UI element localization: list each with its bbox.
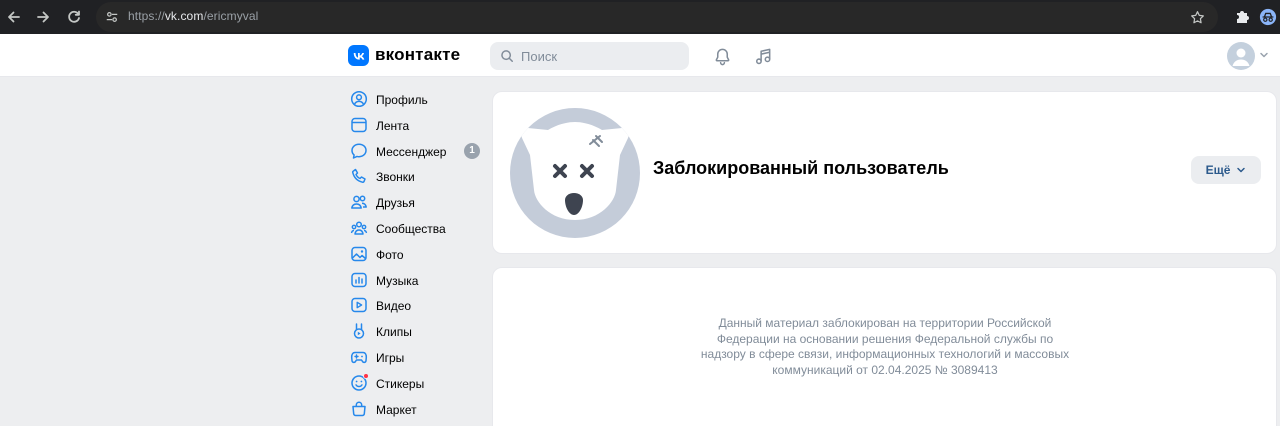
sidebar-item-video[interactable]: Видео xyxy=(340,292,485,318)
incognito-profile-icon[interactable] xyxy=(1256,5,1280,29)
sidebar-item-label: Игры xyxy=(376,350,405,365)
sidebar-item-clips[interactable]: Клипы xyxy=(340,318,485,344)
search-icon xyxy=(501,50,513,62)
sidebar-item-label: Сообщества xyxy=(376,221,446,236)
blocked-dog-icon xyxy=(521,122,629,220)
sidebar-item-label: Маркет xyxy=(376,402,417,417)
phone-icon xyxy=(350,167,368,185)
vk-logo-icon[interactable] xyxy=(348,45,369,66)
sidebar-item-photos[interactable]: Фото xyxy=(340,241,485,267)
sticker-icon xyxy=(350,372,369,392)
forward-button[interactable] xyxy=(29,3,57,31)
sidebar-item-label: Стикеры xyxy=(376,376,425,391)
notifications-bell-icon[interactable] xyxy=(711,45,733,67)
sidebar-item-label: Фото xyxy=(376,247,404,262)
feed-icon xyxy=(350,116,368,134)
user-circle-icon xyxy=(350,90,368,108)
gamepad-icon xyxy=(350,348,368,366)
sidebar-item-market[interactable]: Маркет xyxy=(340,396,485,422)
video-icon xyxy=(350,296,368,314)
profile-name: Заблокированный пользователь xyxy=(653,158,949,178)
clips-icon xyxy=(350,322,368,340)
profile-avatar[interactable] xyxy=(1227,42,1255,70)
url-path: /ericmyval xyxy=(203,9,259,23)
sidebar-item-profile[interactable]: Профиль xyxy=(340,86,485,112)
blocked-notice-card: Данный материал заблокирован на территор… xyxy=(492,267,1277,426)
new-indicator-dot xyxy=(363,372,369,379)
left-sidebar-nav: Профиль Лента Мессенджер 1 Звонки Друзья… xyxy=(340,86,485,421)
address-bar[interactable]: https://vk.com/ericmyval xyxy=(96,2,1218,32)
arrow-right-icon xyxy=(37,11,49,23)
site-settings-icon[interactable] xyxy=(104,9,120,25)
url-host: vk.com xyxy=(164,9,204,23)
reload-button[interactable] xyxy=(60,3,88,31)
arrow-left-icon xyxy=(8,11,20,23)
music-note-icon[interactable] xyxy=(752,45,774,67)
more-label: Ещё xyxy=(1205,163,1231,177)
sidebar-item-label: Музыка xyxy=(376,273,419,288)
sidebar-item-calls[interactable]: Звонки xyxy=(340,163,485,189)
more-actions-button[interactable]: Ещё xyxy=(1191,156,1261,184)
music-icon xyxy=(350,271,368,289)
sidebar-item-label: Лента xyxy=(376,118,410,133)
market-bag-icon xyxy=(350,400,368,418)
blocked-notice-text: Данный материал заблокирован на территор… xyxy=(700,316,1070,377)
sidebar-item-label: Клипы xyxy=(376,325,412,340)
sidebar-item-stickers[interactable]: Стикеры xyxy=(340,370,485,396)
user-silhouette-icon xyxy=(1232,48,1250,66)
sidebar-item-games[interactable]: Игры xyxy=(340,344,485,370)
message-icon xyxy=(350,142,368,160)
blocked-dog-avatar xyxy=(510,108,640,238)
sidebar-item-messenger[interactable]: Мессенджер 1 xyxy=(340,138,485,164)
sidebar-item-communities[interactable]: Сообщества xyxy=(340,215,485,241)
profile-header-card: Заблокированный пользователь Ещё xyxy=(492,91,1277,254)
unread-count-badge: 1 xyxy=(464,142,480,159)
chevron-down-icon[interactable] xyxy=(1259,50,1269,60)
url-scheme: https:// xyxy=(128,9,165,23)
sidebar-item-music[interactable]: Музыка xyxy=(340,267,485,293)
reload-icon xyxy=(68,10,80,23)
sidebar-item-label: Видео xyxy=(376,299,412,314)
sidebar-item-label: Мессенджер xyxy=(376,144,447,159)
browser-toolbar: https://vk.com/ericmyval xyxy=(0,0,1280,34)
communities-icon xyxy=(350,219,368,237)
sidebar-item-feed[interactable]: Лента xyxy=(340,112,485,138)
photo-icon xyxy=(350,245,368,263)
site-header: вконтакте xyxy=(0,34,1280,77)
bookmark-star-icon[interactable] xyxy=(1188,8,1206,26)
url-text[interactable]: https://vk.com/ericmyval xyxy=(128,9,258,23)
chevron-down-icon xyxy=(1237,167,1246,173)
logo-text[interactable]: вконтакте xyxy=(375,45,460,65)
search-box[interactable] xyxy=(490,42,689,70)
search-input[interactable] xyxy=(521,48,681,64)
back-button[interactable] xyxy=(0,3,28,31)
sidebar-item-friends[interactable]: Друзья xyxy=(340,189,485,215)
friends-icon xyxy=(350,193,368,211)
sidebar-item-label: Друзья xyxy=(376,196,415,211)
sidebar-item-label: Профиль xyxy=(376,93,428,107)
extension-puzzle-icon[interactable] xyxy=(1230,5,1254,29)
sidebar-item-label: Звонки xyxy=(376,170,415,185)
